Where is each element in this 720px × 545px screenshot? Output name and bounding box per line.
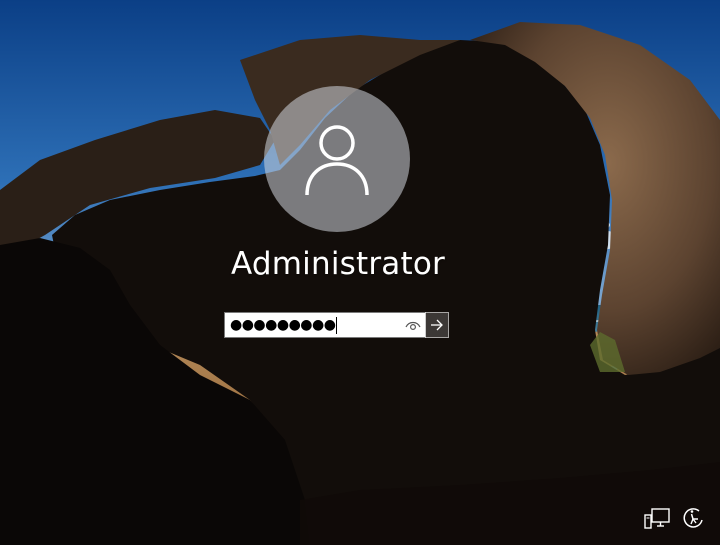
ease-of-access-icon — [683, 508, 703, 528]
ease-of-access-button[interactable] — [679, 506, 707, 532]
user-silhouette-icon — [305, 125, 369, 196]
submit-button[interactable] — [425, 312, 449, 338]
password-field[interactable]: ●●●●●●●●● — [224, 312, 426, 338]
user-avatar — [264, 86, 410, 232]
eye-icon[interactable] — [404, 317, 422, 333]
text-caret — [336, 316, 338, 334]
user-name: Administrator — [231, 246, 445, 282]
network-icon — [644, 508, 670, 529]
arrow-right-icon — [431, 319, 443, 331]
password-masked-value: ●●●●●●●●● — [230, 317, 336, 333]
network-button[interactable] — [643, 506, 671, 532]
password-group: ●●●●●●●●● — [224, 312, 450, 338]
